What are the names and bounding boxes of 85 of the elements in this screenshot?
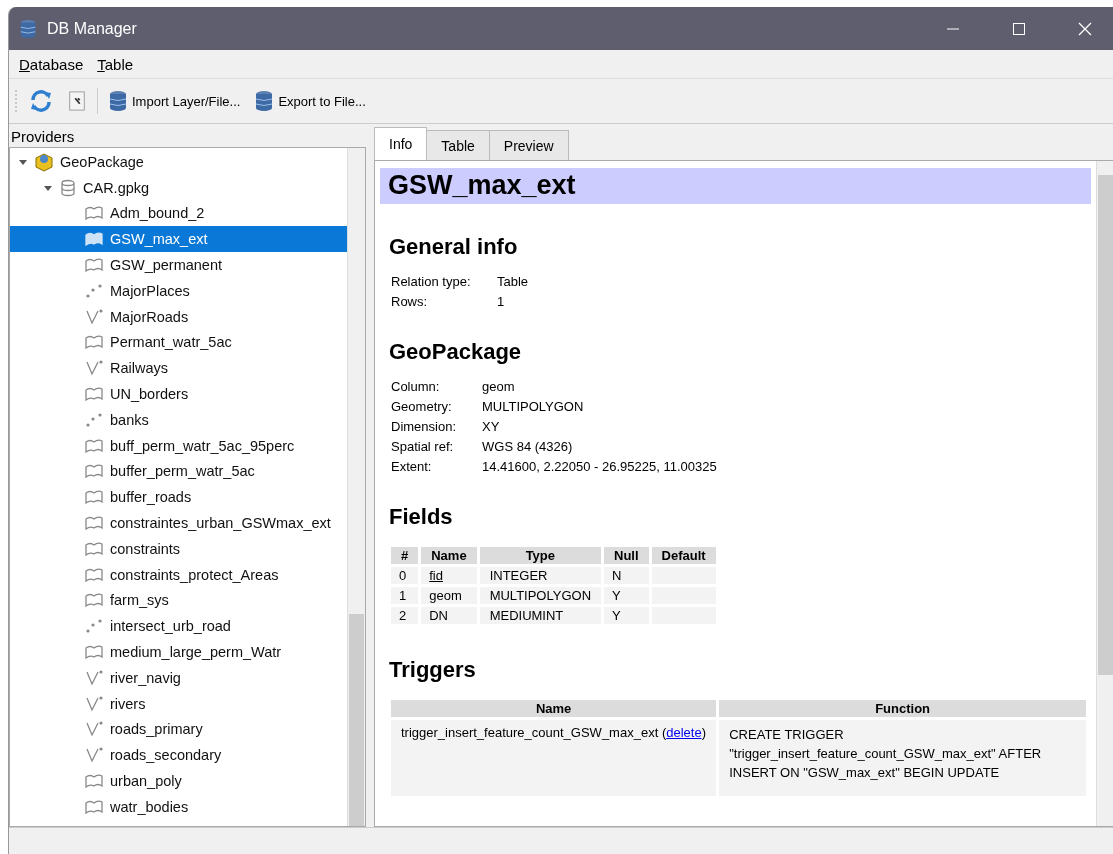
property-value: Table [497,274,530,289]
tree-item[interactable]: urban_poly [10,768,347,794]
column-header: Default [651,547,716,564]
toolbar-button[interactable]: Export to File... [250,88,370,114]
table-cell: fid [421,567,477,584]
trigger-function: CREATE TRIGGER "trigger_insert_feature_count_GSW_max_ext" AFTER INSERT ON "GSW_max_ext" BEGIN UPDATE [729,727,1042,780]
tree-item[interactable]: buffer_perm_watr_5ac [10,458,347,485]
tree-item[interactable]: MajorRoads [10,303,347,330]
tree-item[interactable]: Permant_watr_5ac [10,329,347,356]
table-cell: MEDIUMINT [479,607,602,624]
table-cell: 1 [391,587,419,604]
property-value: WGS 84 (4326) [482,439,574,454]
maximize-icon [1013,22,1025,35]
property-label: Rows: [391,294,429,309]
column-header: Name [391,700,717,717]
trigger-name: trigger_insert_feature_count_GSW_max_ext (delete) [401,725,706,740]
property-label: Column: [391,379,441,394]
tree-item[interactable]: MajorPlaces [10,278,347,304]
tree-item[interactable]: GSW_max_ext [10,226,347,253]
scrollbar[interactable] [1096,161,1113,826]
tree-item[interactable]: roads_secondary [10,742,347,769]
section-heading: GeoPackage [389,339,523,365]
tree-item[interactable]: roads_primary [10,716,347,743]
tab[interactable]: Table [426,130,490,160]
property-value: geom [482,379,516,394]
tab[interactable]: Preview [488,130,569,160]
scrollbar[interactable] [347,148,365,826]
table-title: GSW_max_ext [380,168,1091,204]
property-label: Dimension: [391,419,458,434]
column-header: Name [421,547,477,564]
menu-item[interactable]: Database [19,55,84,73]
grip-icon [13,89,19,113]
table-cell: INTEGER [479,567,602,584]
column-header: Type [479,547,602,564]
tree-item[interactable]: Adm_bound_2 [10,200,347,227]
tree-item[interactable]: GeoPackage [10,149,347,175]
section-heading: Triggers [389,657,477,683]
tree-item[interactable]: watr_bodies [10,793,347,820]
table-cell: 2 [391,607,419,624]
delete-link[interactable]: delete [666,725,702,740]
column-header: # [391,547,419,564]
toolbar-button[interactable]: Import Layer/File... [104,88,245,114]
table-cell: geom [421,587,477,604]
tree-item[interactable]: intersect_urb_road [10,613,347,640]
tree-item[interactable]: constraints [10,535,347,562]
table-cell: MULTIPOLYGON [479,587,602,604]
tree-item[interactable]: Railways [10,355,347,382]
cylinder-icon [59,178,77,197]
property-value: MULTIPOLYGON [482,399,585,414]
tree-item[interactable]: medium_large_perm_Watr [10,639,347,665]
property-label: Extent: [391,459,433,474]
column-header: Function [719,700,1086,717]
column-header: Null [604,547,649,564]
property-label: Relation type: [391,274,472,289]
tree-item[interactable]: constraintes_urban_GSWmax_ext [10,510,347,536]
tab[interactable]: Info [374,127,428,160]
tree-item[interactable]: farm_sys [10,587,347,614]
tree-item[interactable]: constraints_protect_Areas [10,561,347,588]
table-cell: Y [604,607,649,624]
tree-item[interactable]: river_navig [10,664,347,691]
menu-item[interactable]: Table [97,55,134,73]
section-heading: Fields [389,504,454,530]
table-cell: Y [604,587,649,604]
section-heading: General info [389,234,519,260]
tree-item[interactable]: CAR.gpkg [10,174,347,201]
package-icon [34,151,54,172]
table-cell: DN [421,607,477,624]
property-value: 1 [497,294,506,309]
tree-item[interactable]: rivers [10,690,347,717]
property-label: Geometry: [391,399,453,414]
property-value: 14.41600, 2.22050 - 26.95225, 11.00325 [482,459,718,474]
tree-item[interactable]: buff_perm_watr_5ac_95perc [10,432,347,459]
property-value: XY [482,419,501,434]
tree-item[interactable]: buffer_roads [10,484,347,511]
document-icon [67,91,87,111]
panel-title: Providers [10,127,76,147]
table-cell: N [604,567,649,584]
tree-item[interactable]: GSW_permanent [10,252,347,278]
window-title: DB Manager [47,19,138,38]
table-cell: 0 [391,567,419,584]
property-label: Spatial ref: [391,439,455,454]
close-icon [1078,21,1092,36]
tree-item[interactable]: banks [10,406,347,433]
tree-item[interactable]: UN_borders [10,381,347,407]
refresh-icon [29,89,53,113]
